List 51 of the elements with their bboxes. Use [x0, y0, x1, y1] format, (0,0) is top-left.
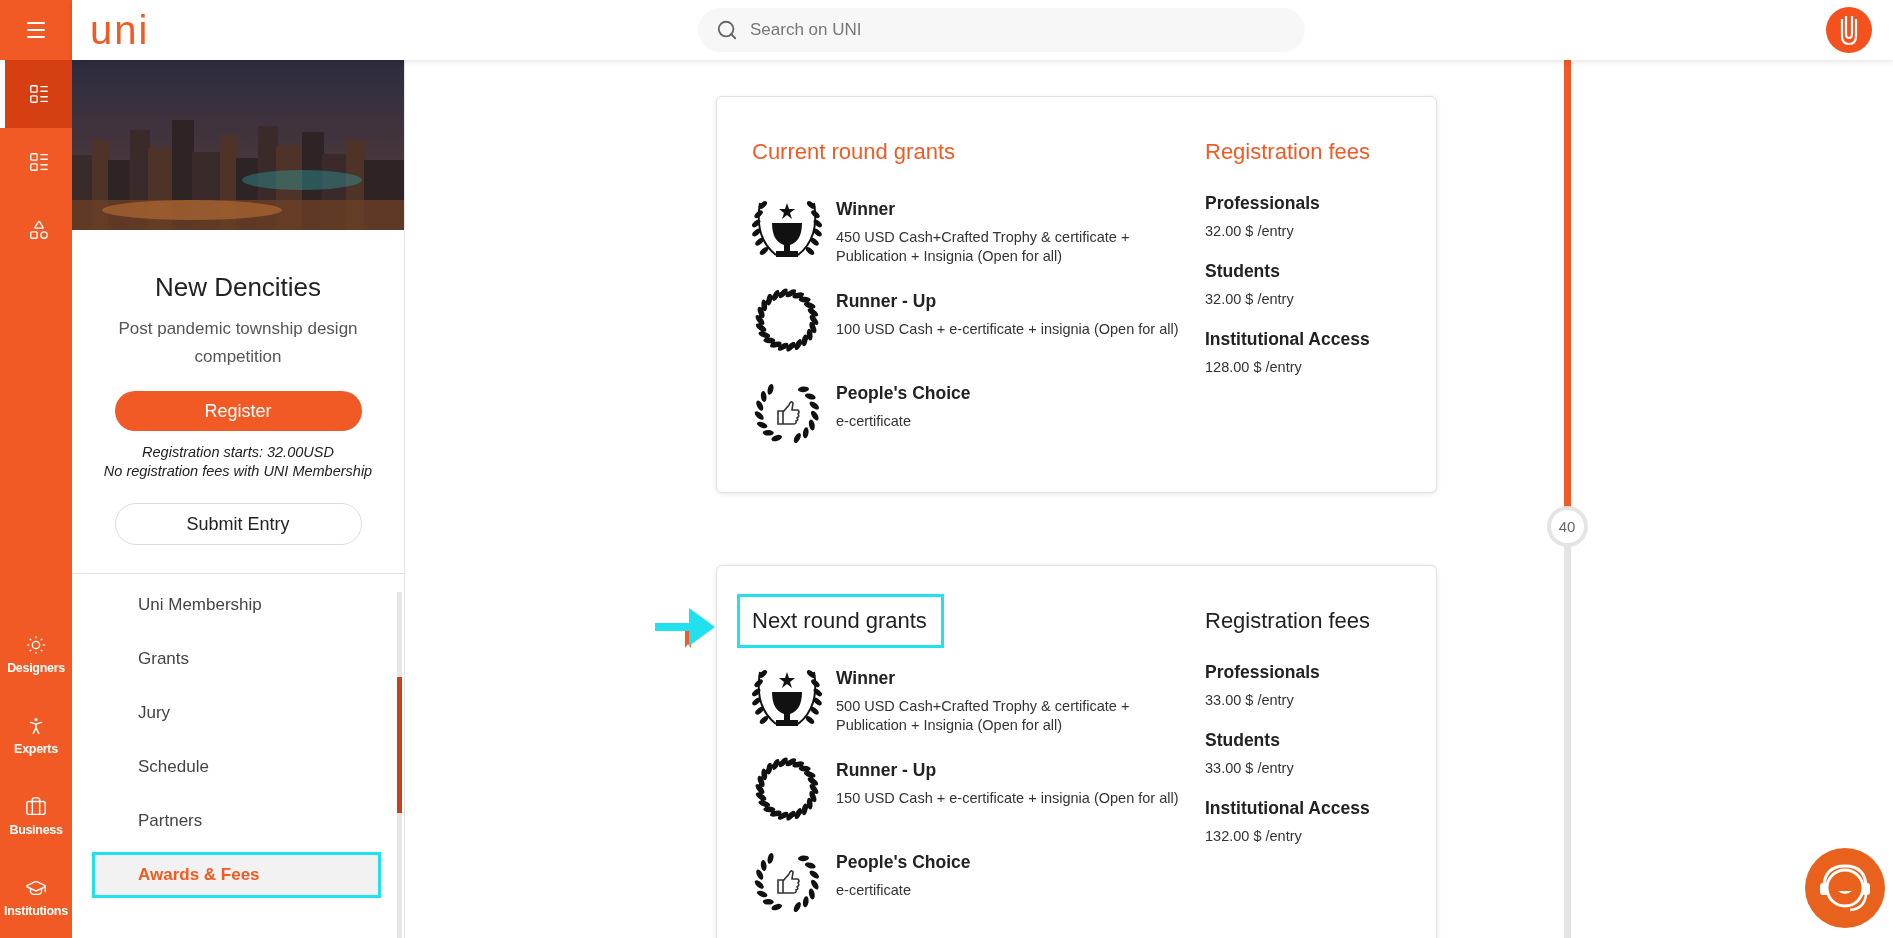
- search-field[interactable]: Search on UNI: [698, 8, 1305, 52]
- nav-item[interactable]: Partners: [92, 798, 381, 844]
- grant-description: 150 USD Cash + e-certificate + insignia (Open for all): [836, 789, 1180, 808]
- grant-description: e-certificate: [836, 412, 912, 431]
- logo[interactable]: uni: [90, 10, 698, 50]
- grant-name: Runner - Up: [836, 291, 938, 312]
- search-icon: [716, 19, 738, 41]
- fee-name: Students: [1205, 730, 1281, 751]
- shapes-icon: [27, 219, 50, 241]
- fee-price: 33.00 $ /entry: [1205, 692, 1295, 708]
- fee-name: Institutional Access: [1205, 798, 1371, 819]
- fee-price: 33.00 $ /entry: [1205, 760, 1295, 776]
- competition-subtitle: Post pandemic township design competition: [117, 318, 359, 368]
- fee-name: Institutional Access: [1205, 329, 1371, 350]
- fee-name: Professionals: [1205, 662, 1321, 683]
- registration-note: Registration starts: 32.00USD: [142, 443, 334, 462]
- timeline-marker[interactable]: 40: [1546, 505, 1588, 547]
- submit-entry-button[interactable]: Submit Entry: [114, 503, 362, 545]
- grant-description: 450 USD Cash+Crafted Trophy & certificate + Publication + Insignia (Open for all): [836, 228, 1131, 266]
- grant-name: Winner: [836, 199, 897, 220]
- registration-note: No registration fees with UNI Membership: [103, 462, 373, 481]
- grant-name: Runner - Up: [836, 760, 938, 781]
- rail-item[interactable]: [0, 60, 72, 128]
- layout-list-icon: [27, 151, 50, 173]
- grant-name: People's Choice: [836, 852, 972, 873]
- nav-item[interactable]: Schedule: [92, 744, 381, 790]
- competition-title: New Dencities: [154, 272, 322, 303]
- card-title: Current round grants: [751, 138, 956, 166]
- fee-price: 32.00 $ /entry: [1205, 223, 1295, 239]
- briefcase-icon: [25, 796, 47, 818]
- fees-title: Registration fees: [1205, 138, 1372, 166]
- grant-name: People's Choice: [836, 383, 972, 404]
- card-title: Next round grants: [737, 594, 944, 648]
- avatar-icon[interactable]: [1825, 6, 1873, 54]
- grant-description: 100 USD Cash + e-certificate + insignia (Open for all): [836, 320, 1180, 339]
- fee-name: Students: [1205, 261, 1281, 282]
- register-button[interactable]: Register: [114, 391, 362, 431]
- fee-price: 128.00 $ /entry: [1205, 359, 1303, 375]
- grant-name: Winner: [836, 668, 897, 689]
- fee-name: Professionals: [1205, 193, 1321, 214]
- grant-description: 500 USD Cash+Crafted Trophy & certificate + Publication + Insignia (Open for all): [836, 697, 1131, 735]
- grant-description: e-certificate: [836, 881, 912, 900]
- sun-icon: [25, 634, 47, 656]
- fee-price: 32.00 $ /entry: [1205, 291, 1295, 307]
- nav-item[interactable]: Grants: [92, 636, 381, 682]
- scrollbar[interactable]: [397, 592, 402, 938]
- nav-item[interactable]: Jury: [92, 690, 381, 736]
- nav-item[interactable]: Awards & Fees: [92, 852, 381, 898]
- fees-title: Registration fees: [1205, 607, 1372, 635]
- nav-item[interactable]: Uni Membership: [92, 582, 381, 628]
- fee-price: 132.00 $ /entry: [1205, 828, 1303, 844]
